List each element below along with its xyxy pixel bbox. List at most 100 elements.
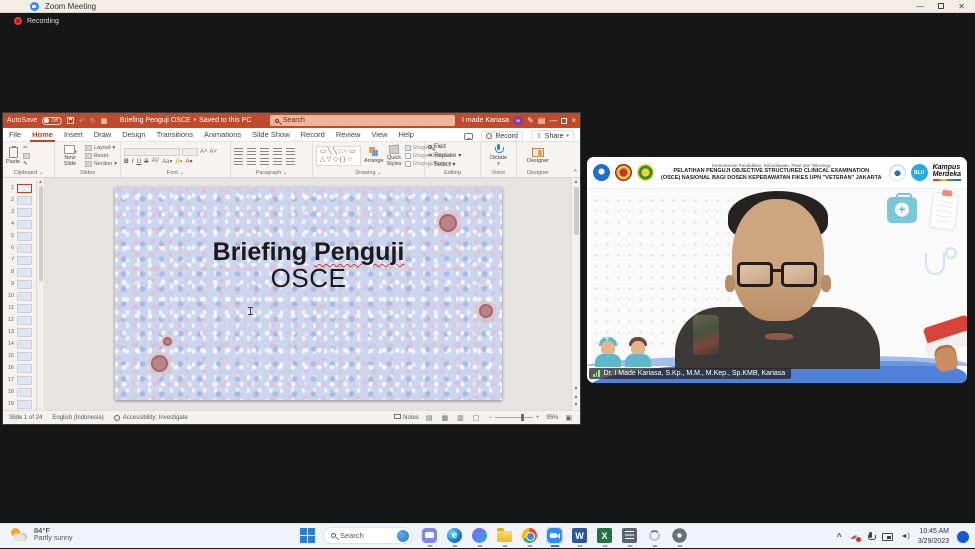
- document-title-area[interactable]: Briefing Penguji OSCE • Saved to this PC…: [120, 117, 257, 124]
- slide-thumbnail[interactable]: 6: [3, 242, 36, 254]
- record-button[interactable]: Record: [481, 131, 523, 142]
- share-button[interactable]: ⇧ Share ▾: [531, 130, 574, 142]
- previous-slide-icon[interactable]: ▲: [574, 394, 579, 400]
- highlight-color-icon[interactable]: A▾: [175, 158, 182, 165]
- dictate-button[interactable]: Dictate ▾: [490, 144, 507, 168]
- slide-thumbnail[interactable]: 19: [3, 398, 36, 410]
- slide-thumbnail[interactable]: 4: [3, 218, 36, 230]
- font-color-icon[interactable]: A▾: [186, 158, 193, 165]
- participant-video-tile[interactable]: Kementerian Pendidikan, Kebudayaan, Rise…: [587, 157, 967, 383]
- layout-button[interactable]: Layout ▾: [85, 145, 117, 151]
- ppt-search-box[interactable]: Search: [270, 115, 455, 126]
- ppt-menu-tab[interactable]: Review: [336, 130, 361, 139]
- ppt-menu-tab[interactable]: Insert: [64, 130, 83, 139]
- char-spacing-icon[interactable]: AV: [152, 158, 160, 164]
- speaker-icon[interactable]: ◄): [901, 533, 910, 540]
- numbering-icon[interactable]: [247, 148, 256, 155]
- scrollbar-thumb[interactable]: [39, 186, 43, 281]
- slideshow-view-icon[interactable]: ▢: [473, 414, 482, 422]
- slide-thumbnail[interactable]: 1: [3, 182, 36, 194]
- select-button[interactable]: ▷Select ▾: [428, 161, 477, 168]
- paste-button[interactable]: Paste: [6, 147, 20, 165]
- comments-icon[interactable]: [464, 133, 473, 140]
- arrange-button[interactable]: Arrange: [364, 147, 384, 164]
- ppt-menu-tab[interactable]: File: [9, 130, 21, 139]
- ppt-menu-tab[interactable]: Design: [122, 130, 145, 139]
- slide-thumbnail[interactable]: 10: [3, 290, 36, 302]
- reset-button[interactable]: Reset: [85, 153, 117, 159]
- clock-widget[interactable]: 10:45 AM 3/29/2023: [918, 527, 949, 546]
- ppt-menu-tab[interactable]: View: [371, 130, 387, 139]
- close-button[interactable]: ✕: [958, 2, 965, 11]
- bold-button[interactable]: B: [124, 158, 129, 165]
- line-spacing-icon[interactable]: [286, 148, 295, 155]
- next-slide-icon[interactable]: ▼: [574, 402, 579, 408]
- slide-thumbnail[interactable]: 16: [3, 362, 36, 374]
- font-group-label[interactable]: Font ⌄: [121, 170, 230, 176]
- scroll-down-icon[interactable]: ▼: [574, 386, 579, 392]
- accessibility-status[interactable]: Accessibility: Investigate: [114, 415, 188, 421]
- align-left-icon[interactable]: [234, 158, 243, 165]
- scroll-up-icon[interactable]: ▲: [38, 179, 43, 185]
- redo-icon[interactable]: ↻: [90, 117, 96, 125]
- ppt-menu-tab[interactable]: Record: [301, 130, 325, 139]
- format-painter-button[interactable]: ✎: [23, 161, 30, 167]
- account-name[interactable]: I made Kariasa: [462, 117, 509, 124]
- copy-button[interactable]: [23, 153, 30, 159]
- scrollbar-thumb[interactable]: [574, 187, 579, 235]
- tray-expand-icon[interactable]: ^: [837, 532, 842, 541]
- change-case-icon[interactable]: Aa▾: [162, 158, 172, 165]
- qat-dropdown-icon[interactable]: ▾: [112, 118, 115, 124]
- align-center-icon[interactable]: [247, 158, 256, 165]
- ppt-menu-tab[interactable]: Animations: [204, 130, 241, 139]
- ppt-minimize-button[interactable]: —: [549, 116, 557, 125]
- undo-icon[interactable]: ↶: [79, 117, 85, 125]
- slide-counter[interactable]: Slide 1 of 24: [9, 415, 42, 421]
- justify-icon[interactable]: [273, 158, 282, 165]
- slide-title-text[interactable]: Briefing Penguji OSCE: [115, 239, 502, 293]
- slide-thumbnail[interactable]: 5: [3, 230, 36, 242]
- underline-button[interactable]: U: [137, 158, 142, 165]
- cut-button[interactable]: ✂: [23, 145, 30, 151]
- language-status[interactable]: English (Indonesia): [52, 415, 103, 421]
- fit-to-window-icon[interactable]: ▣: [565, 414, 574, 422]
- slide-thumbnail[interactable]: 13: [3, 326, 36, 338]
- slide-thumbnail[interactable]: 2: [3, 194, 36, 206]
- collapse-ribbon-icon[interactable]: ˄: [573, 169, 577, 175]
- clipboard-group-label[interactable]: Clipboard ⌄: [3, 170, 54, 176]
- slide-thumbnail[interactable]: 9: [3, 278, 36, 290]
- ribbon-options-icon[interactable]: ▤: [538, 116, 546, 125]
- save-icon[interactable]: [67, 117, 74, 124]
- grow-font-icon[interactable]: A˄: [200, 149, 208, 155]
- ppt-menu-tab[interactable]: Transitions: [157, 130, 193, 139]
- ppt-menu-tab[interactable]: Home: [32, 130, 53, 139]
- find-button[interactable]: Find: [428, 144, 477, 150]
- slide-thumbnail[interactable]: 11: [3, 302, 36, 314]
- align-right-icon[interactable]: [260, 158, 269, 165]
- zoom-percentage[interactable]: 95%: [546, 415, 558, 421]
- section-button[interactable]: Section ▾: [85, 161, 117, 167]
- cast-screen-icon[interactable]: [882, 533, 893, 541]
- font-size-select[interactable]: [182, 148, 198, 156]
- designer-button[interactable]: Designer: [527, 148, 549, 164]
- decorative-circle[interactable]: [163, 337, 172, 346]
- slideshow-icon[interactable]: ▦: [101, 117, 108, 125]
- shapes-gallery[interactable]: ▭╲╲□○▭ △▽◇{}☆: [316, 146, 361, 166]
- slide-thumbnail[interactable]: 7: [3, 254, 36, 266]
- shadow-button[interactable]: S: [144, 158, 148, 165]
- quick-styles-button[interactable]: Quick Styles: [387, 145, 402, 167]
- slide-thumbnail[interactable]: 18: [3, 386, 36, 398]
- italic-button[interactable]: I: [132, 158, 134, 165]
- maximize-button[interactable]: [938, 3, 944, 9]
- tray-microphone-icon[interactable]: [868, 532, 874, 542]
- decorative-circle[interactable]: [439, 214, 457, 232]
- ppt-close-button[interactable]: ×: [571, 116, 576, 125]
- ppt-restore-button[interactable]: [561, 118, 567, 124]
- ppt-menu-tab[interactable]: Help: [399, 130, 414, 139]
- zoom-slider[interactable]: −+: [488, 415, 539, 421]
- notes-button[interactable]: Notes: [394, 414, 419, 421]
- decorative-circle[interactable]: [151, 355, 168, 372]
- shrink-font-icon[interactable]: A˅: [210, 149, 218, 155]
- reading-view-icon[interactable]: ▥: [457, 414, 466, 422]
- slide-thumbnail[interactable]: 14: [3, 338, 36, 350]
